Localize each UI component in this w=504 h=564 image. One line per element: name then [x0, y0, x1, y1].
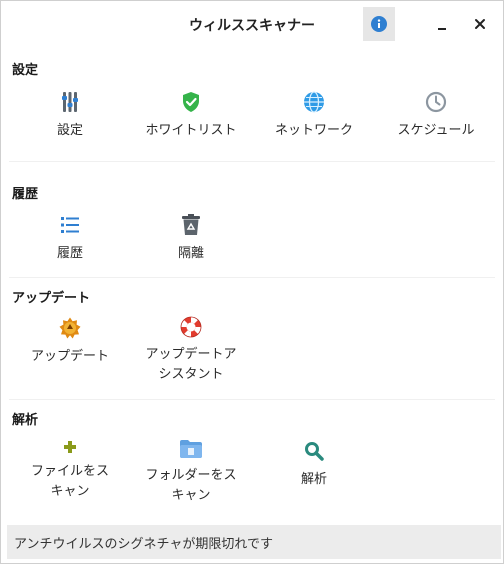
tile-scan-folder-label: フォルダーをス キャン [145, 468, 237, 503]
section-title-settings: 設定 [12, 63, 39, 78]
divider [9, 399, 495, 400]
tile-schedule[interactable]: スケジュール [374, 90, 498, 150]
tile-whitelist[interactable]: ホワイトリスト [129, 90, 253, 150]
divider [9, 161, 495, 162]
close-button[interactable] [467, 11, 493, 37]
tile-quarantine-label: 隔離 [177, 246, 204, 261]
tile-scan-file-label: ファイルをス キャン [30, 464, 109, 499]
tile-schedule-label: スケジュール [397, 123, 475, 138]
globe-icon [304, 91, 324, 113]
info-button[interactable] [363, 7, 395, 41]
tile-analyze-label: 解析 [300, 472, 327, 487]
close-icon [475, 19, 485, 29]
tile-whitelist-label: ホワイトリスト [145, 123, 237, 138]
tile-update-label: アップデート [30, 349, 109, 364]
tile-settings[interactable]: 設定 [8, 90, 132, 150]
tile-quarantine[interactable]: 隔離 [129, 213, 253, 273]
folder-icon [180, 440, 202, 458]
app-window: ウィルススキャナー 設定 設定 ホワイトリスト ネットワーク スケジュール 履歴… [0, 0, 504, 564]
magnifier-icon [305, 442, 324, 461]
tile-scan-file[interactable]: ファイルをス キャン [8, 439, 132, 499]
tile-update-assistant[interactable]: アップデートア シスタント [129, 316, 253, 382]
recycle-bin-icon [182, 214, 200, 235]
section-title-history: 履歴 [12, 187, 39, 202]
tile-update-assistant-label: アップデートア シスタント [145, 347, 237, 382]
tile-history[interactable]: 履歴 [8, 213, 132, 273]
info-icon [371, 16, 387, 32]
clock-icon [425, 91, 447, 113]
shield-check-icon [183, 92, 199, 112]
minimize-icon [438, 28, 446, 30]
plus-icon [64, 441, 76, 453]
tile-scan-folder[interactable]: フォルダーをス キャン [129, 439, 253, 503]
tile-analyze[interactable]: 解析 [252, 439, 376, 499]
status-bar: アンチウイルスのシグネチャが期限切れです [7, 525, 501, 559]
sliders-icon [62, 92, 78, 112]
tile-network-label: ネットワーク [274, 123, 353, 138]
section-title-update: アップデート [12, 291, 91, 306]
divider [9, 277, 495, 278]
window-title: ウィルススキャナー [189, 18, 315, 34]
title-bar: ウィルススキャナー [1, 1, 503, 47]
section-title-scan: 解析 [12, 413, 39, 428]
tile-history-label: 履歴 [56, 246, 83, 261]
tile-update[interactable]: アップデート [8, 316, 132, 376]
update-badge-icon [59, 317, 81, 339]
minimize-button[interactable] [429, 11, 455, 37]
list-icon [61, 217, 79, 233]
lifebuoy-icon [180, 316, 202, 338]
status-text: アンチウイルスのシグネチャが期限切れです [14, 536, 273, 552]
tile-network[interactable]: ネットワーク [252, 90, 376, 150]
tile-settings-label: 設定 [56, 123, 83, 138]
